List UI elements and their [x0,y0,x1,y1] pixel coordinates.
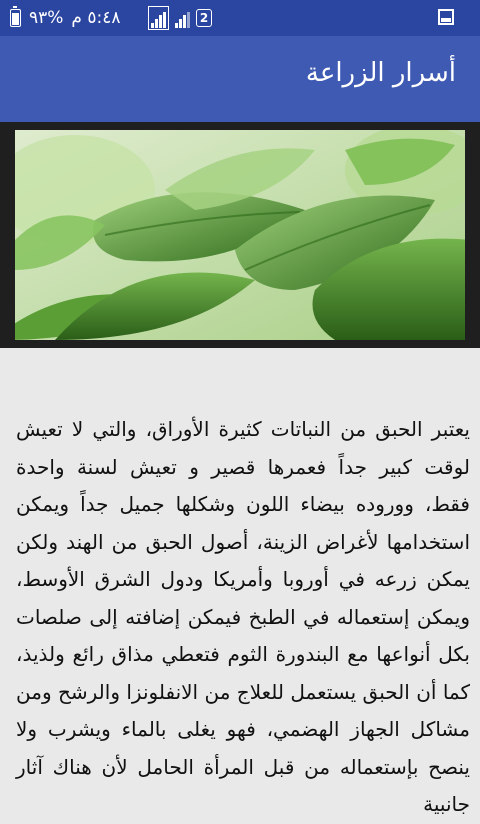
battery-icon [10,6,21,27]
signal-icon [148,6,169,30]
app-bar: أسرار الزراعة [0,36,480,122]
image-notification-icon [438,9,454,25]
sim-badge: 2 [196,9,212,27]
page-title: أسرار الزراعة [305,58,456,88]
signal-indicators: 2 [148,0,212,36]
signal-icon [175,8,190,28]
status-left: ٥:٤٨ م %٩٣ [10,0,120,36]
hero-frame [0,122,480,348]
article-body: يعتبر الحبق من النباتات كثيرة الأوراق، و… [16,417,470,816]
status-bar: ٥:٤٨ م %٩٣ 2 [0,0,480,36]
clock: ٥:٤٨ م [71,8,121,28]
battery-percent: %٩٣ [29,8,64,28]
basil-hero-image [15,130,465,340]
